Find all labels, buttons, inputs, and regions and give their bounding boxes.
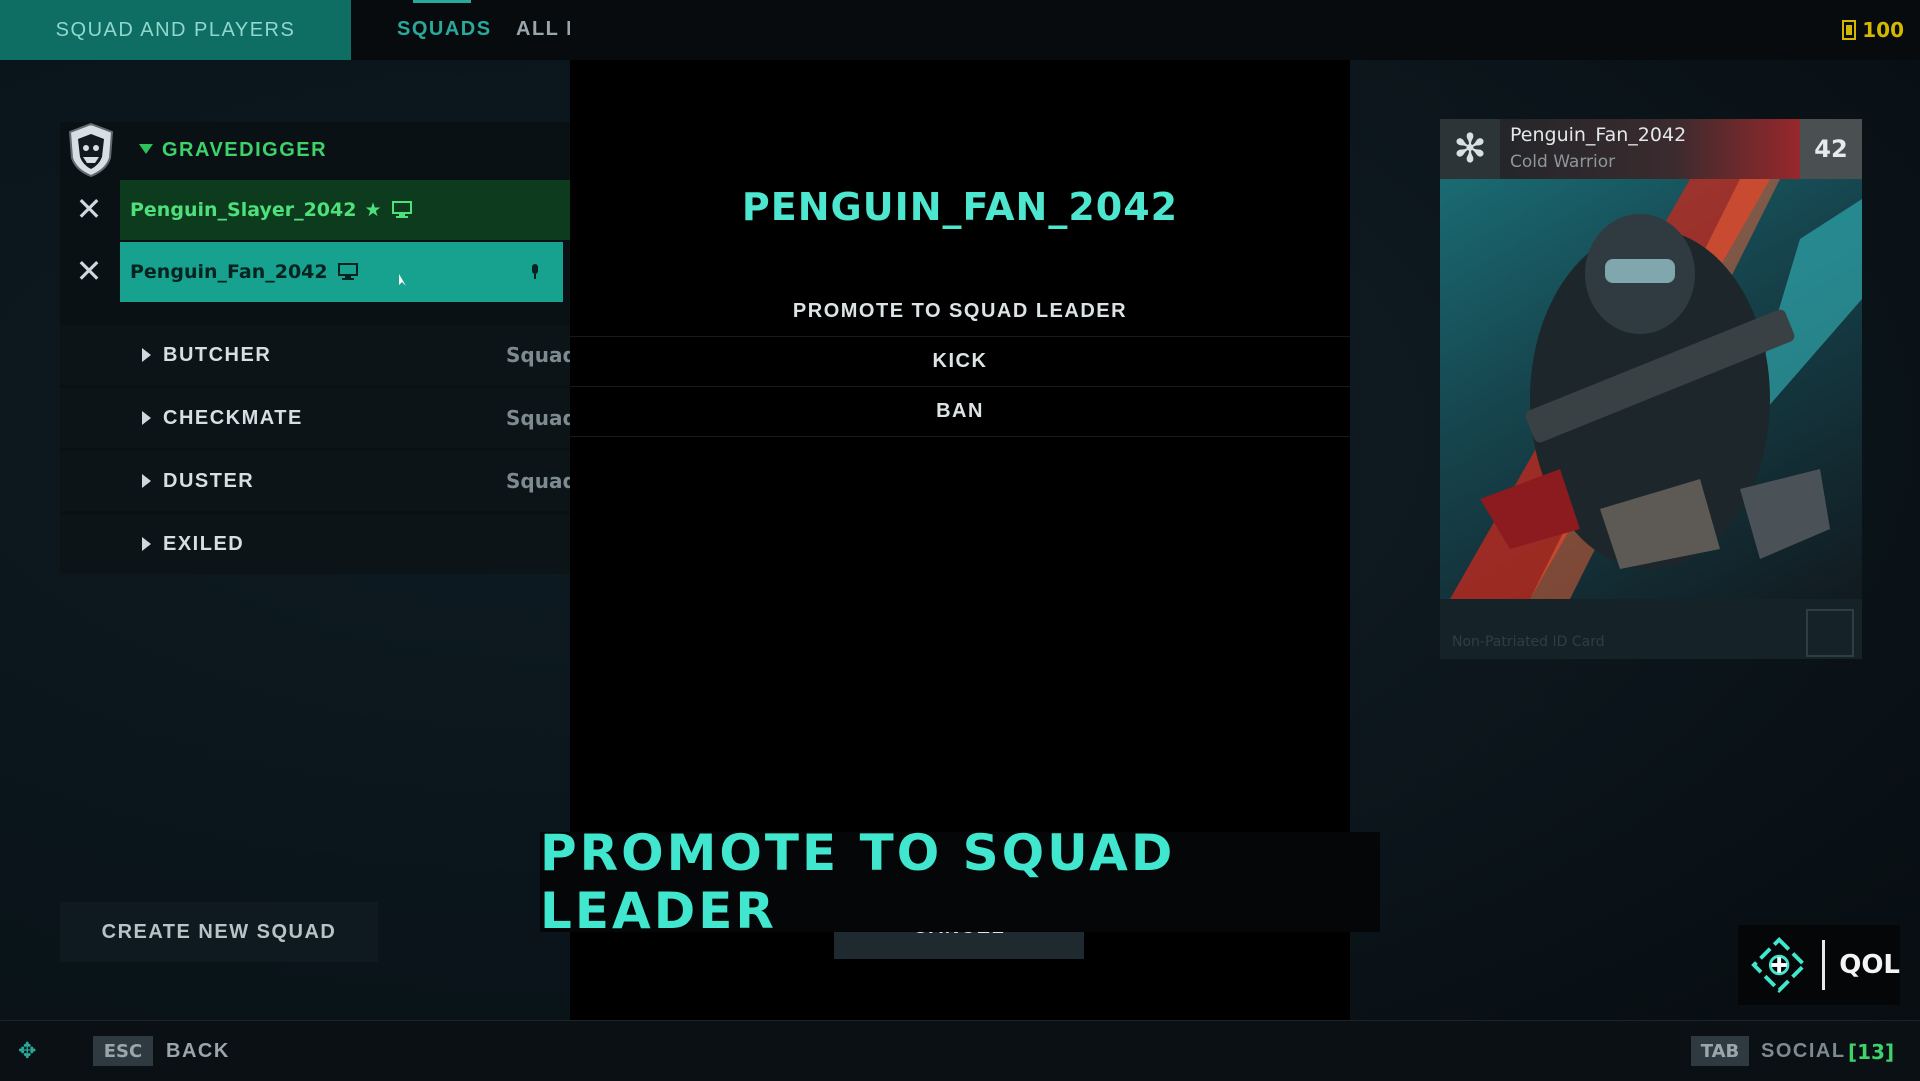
squad-name: EXILED bbox=[163, 532, 245, 555]
squad-row[interactable]: DUSTER Squad bbox=[60, 451, 570, 511]
currency-icon bbox=[1842, 20, 1857, 40]
squad-type: Squad bbox=[506, 469, 570, 493]
squad-row[interactable]: EXILED bbox=[60, 514, 570, 574]
esc-key[interactable]: ESC bbox=[93, 1036, 153, 1066]
expanded-caret-icon[interactable] bbox=[139, 144, 153, 154]
active-tab-indicator bbox=[413, 0, 471, 3]
mic-icon bbox=[532, 264, 538, 279]
qol-badge: QOL bbox=[1738, 925, 1900, 1005]
close-icon[interactable]: ✕ bbox=[74, 193, 104, 225]
squad-name: DUSTER bbox=[163, 469, 255, 492]
currency-display: 100 bbox=[1842, 18, 1904, 42]
squad-member-row-selected[interactable]: Penguin_Fan_2042 bbox=[120, 242, 563, 302]
kick-option[interactable]: KICK bbox=[570, 336, 1350, 387]
member-name: Penguin_Fan_2042 bbox=[130, 261, 328, 283]
divider bbox=[1822, 940, 1826, 990]
chevron-right-icon bbox=[142, 348, 151, 362]
star-icon: ★ bbox=[364, 199, 382, 221]
close-icon[interactable]: ✕ bbox=[74, 255, 104, 287]
modal-title: PENGUIN_FAN_2042 bbox=[741, 185, 1179, 229]
cursor-icon bbox=[398, 274, 406, 286]
pc-icon bbox=[391, 201, 412, 218]
squad-member-row[interactable]: Penguin_Slayer_2042 ★ bbox=[120, 180, 570, 240]
squad-type: Squad bbox=[506, 406, 570, 430]
chevron-right-icon bbox=[142, 474, 151, 488]
social-label[interactable]: SOCIAL bbox=[1761, 1040, 1846, 1063]
squad-row[interactable]: CHECKMATE Squad bbox=[60, 388, 570, 448]
player-level: 42 bbox=[1800, 119, 1862, 179]
tab-all-players[interactable]: ALL P bbox=[516, 18, 570, 41]
squad-name: CHECKMATE bbox=[163, 406, 303, 429]
player-card-name: Penguin_Fan_2042 bbox=[1510, 124, 1687, 146]
member-name: Penguin_Slayer_2042 bbox=[130, 199, 357, 221]
game-logo-icon: ✥ bbox=[18, 1039, 37, 1064]
tab-squad-and-players[interactable]: SQUAD AND PLAYERS bbox=[0, 0, 351, 60]
snowflake-icon: ✻ bbox=[1440, 119, 1500, 179]
squad-type: Squad bbox=[506, 343, 570, 367]
caption-overlay: PROMOTE TO SQUAD LEADER bbox=[540, 824, 1380, 940]
squad-name-expanded[interactable]: GRAVEDIGGER bbox=[162, 139, 327, 162]
ban-option[interactable]: BAN bbox=[570, 386, 1350, 437]
chevron-right-icon bbox=[142, 411, 151, 425]
bottom-bar bbox=[0, 1020, 1920, 1081]
id-card-label: Non-Patriated ID Card bbox=[1452, 634, 1605, 650]
crosshair-plus-icon bbox=[1751, 936, 1808, 994]
qol-label: QOL bbox=[1839, 950, 1900, 980]
currency-value: 100 bbox=[1862, 18, 1904, 42]
squad-name: BUTCHER bbox=[163, 343, 272, 366]
tab-squads[interactable]: SQUADS bbox=[397, 18, 492, 41]
social-count: [13] bbox=[1848, 1040, 1895, 1064]
create-new-squad-button[interactable]: CREATE NEW SQUAD bbox=[60, 902, 378, 962]
promote-option[interactable]: PROMOTE TO SQUAD LEADER bbox=[570, 286, 1350, 337]
squad-row[interactable]: BUTCHER Squad bbox=[60, 325, 570, 385]
squad-emblem-icon bbox=[66, 122, 116, 178]
player-card-subtitle: Cold Warrior bbox=[1510, 152, 1616, 172]
fingerprint-icon bbox=[1806, 609, 1854, 657]
back-label[interactable]: BACK bbox=[166, 1040, 230, 1063]
pc-icon bbox=[337, 263, 358, 280]
chevron-right-icon bbox=[142, 537, 151, 551]
tab-key[interactable]: TAB bbox=[1691, 1036, 1749, 1066]
player-card-art bbox=[1440, 179, 1862, 599]
player-card-footer bbox=[1440, 599, 1862, 659]
